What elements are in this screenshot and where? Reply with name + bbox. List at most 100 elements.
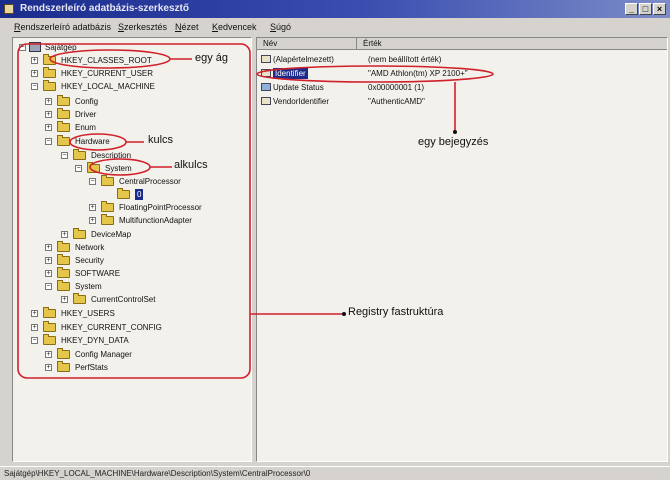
value-data: "AuthenticAMD" (368, 97, 425, 106)
tree-label: HKEY_CURRENT_USER (61, 69, 154, 78)
value-data: 0x00000001 (1) (368, 83, 425, 92)
status-bar: Sajátgép\HKEY_LOCAL_MACHINE\Hardware\Des… (0, 466, 670, 480)
dword-value-icon (261, 83, 271, 91)
expand-icon[interactable]: + (45, 257, 52, 264)
tree-label: DeviceMap (91, 230, 132, 239)
close-button[interactable]: × (653, 3, 666, 15)
menu-registry[interactable]: Rendszerleíró adatbázis (14, 19, 111, 35)
regedit-app-icon (4, 4, 14, 14)
expand-icon[interactable]: + (61, 296, 68, 303)
annotation-subkey: alkulcs (174, 159, 208, 171)
menu-view[interactable]: Nézet (175, 19, 199, 35)
expand-icon[interactable]: + (89, 217, 96, 224)
tree-label: Hardware (75, 137, 110, 146)
column-header-data[interactable]: Érték (357, 38, 667, 50)
title-bar[interactable]: Rendszerleíró adatbázis-szerkesztő _ □ × (0, 0, 670, 18)
folder-open-icon (87, 162, 100, 173)
window-controls: _ □ × (625, 3, 666, 15)
folder-icon (57, 267, 70, 278)
annotation-key: kulcs (148, 134, 174, 146)
annotation-entry: egy bejegyzés (418, 136, 489, 148)
menu-favorites[interactable]: Kedvencek (212, 19, 257, 35)
tree-label: System (75, 282, 102, 291)
annotation-branch: egy ág (195, 52, 229, 64)
collapse-icon[interactable]: − (45, 283, 52, 290)
tree-label: Config (75, 97, 99, 106)
expand-icon[interactable]: + (89, 204, 96, 211)
expand-icon[interactable]: + (31, 57, 38, 64)
tree-label: MultifunctionAdapter (119, 216, 192, 225)
tree-label: FloatingPointProcessor (119, 203, 202, 212)
tree-label: HKEY_LOCAL_MACHINE (61, 82, 155, 91)
tree-label: HKEY_CLASSES_ROOT (61, 56, 152, 65)
folder-icon (57, 95, 70, 106)
folder-icon (101, 201, 114, 212)
value-name: VendorIdentifier (273, 97, 330, 106)
collapse-icon[interactable]: − (19, 44, 26, 51)
expand-icon[interactable]: + (45, 351, 52, 358)
string-value-icon (261, 69, 271, 77)
expand-icon[interactable]: + (31, 70, 38, 77)
folder-icon (57, 241, 70, 252)
tree-label: Sajátgép (45, 43, 77, 52)
folder-open-icon (43, 80, 56, 91)
value-name: Identifier (273, 68, 308, 79)
folder-icon (57, 361, 70, 372)
tree-label: Enum (75, 123, 96, 132)
folder-icon (73, 293, 86, 304)
expand-icon[interactable]: + (31, 310, 38, 317)
collapse-icon[interactable]: − (89, 178, 96, 185)
maximize-button[interactable]: □ (639, 3, 652, 15)
folder-icon (57, 254, 70, 265)
folder-icon (117, 188, 130, 199)
folder-icon (101, 214, 114, 225)
expand-icon[interactable]: + (45, 270, 52, 277)
folder-icon (57, 348, 70, 359)
folder-icon (43, 54, 56, 65)
folder-open-icon (57, 135, 70, 146)
tree-label: HKEY_DYN_DATA (61, 336, 129, 345)
collapse-icon[interactable]: − (75, 165, 82, 172)
folder-icon (43, 67, 56, 78)
tree-label: 0 (135, 189, 144, 200)
registry-tree-pane[interactable]: − Sajátgép + HKEY_CLASSES_ROOT + HKEY_CU… (12, 37, 252, 462)
expand-icon[interactable]: + (45, 124, 52, 131)
folder-open-icon (73, 149, 86, 160)
value-data: (nem beállított érték) (368, 55, 442, 64)
tree-label: CurrentControlSet (91, 295, 156, 304)
folder-open-icon (43, 334, 56, 345)
expand-icon[interactable]: + (45, 364, 52, 371)
collapse-icon[interactable]: − (45, 138, 52, 145)
menu-help[interactable]: Súgó (270, 19, 291, 35)
expand-icon[interactable]: + (61, 231, 68, 238)
menu-bar: Rendszerleíró adatbázis Szerkesztés Néze… (0, 19, 670, 35)
collapse-icon[interactable]: − (61, 152, 68, 159)
tree-label: Config Manager (75, 350, 132, 359)
value-name: Update Status (273, 83, 324, 92)
value-name: (Alapértelmezett) (273, 55, 334, 64)
registry-values-pane[interactable]: Név Érték (Alapértelmezett) (nem beállít… (256, 37, 668, 462)
tree-label: PerfStats (75, 363, 108, 372)
registry-editor-window: Rendszerleíró adatbázis-szerkesztő _ □ ×… (0, 0, 670, 480)
expand-icon[interactable]: + (45, 111, 52, 118)
tree-label: HKEY_USERS (61, 309, 115, 318)
folder-open-icon (57, 280, 70, 291)
menu-edit[interactable]: Szerkesztés (118, 19, 167, 35)
tree-label: HKEY_CURRENT_CONFIG (61, 323, 162, 332)
minimize-button[interactable]: _ (625, 3, 638, 15)
string-value-icon (261, 55, 271, 63)
column-header-name[interactable]: Név (257, 38, 357, 50)
computer-icon (29, 42, 41, 52)
expand-icon[interactable]: + (45, 244, 52, 251)
expand-icon[interactable]: + (45, 98, 52, 105)
folder-open-icon (101, 175, 114, 186)
folder-icon (43, 307, 56, 318)
expand-icon[interactable]: + (31, 324, 38, 331)
collapse-icon[interactable]: − (31, 83, 38, 90)
value-data: "AMD Athlon(tm) XP 2100+" (368, 69, 468, 78)
tree-label: Security (75, 256, 104, 265)
folder-icon (73, 228, 86, 239)
folder-icon (43, 321, 56, 332)
window-title: Rendszerleíró adatbázis-szerkesztő (20, 3, 189, 14)
collapse-icon[interactable]: − (31, 337, 38, 344)
